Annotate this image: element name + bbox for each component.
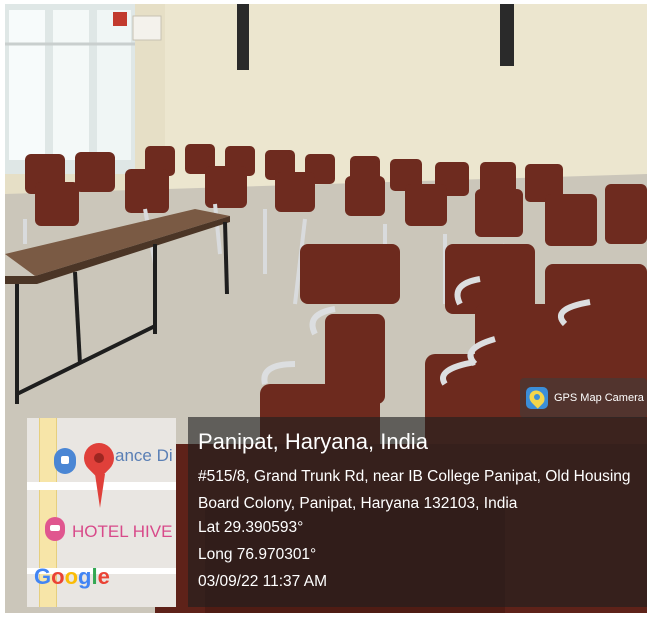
window [5, 4, 135, 174]
speaker [500, 4, 514, 66]
shopping-pin-icon [54, 448, 76, 474]
latitude-text: Lat 29.390593° [198, 519, 304, 536]
gps-camera-badge: GPS Map Camera [520, 378, 647, 418]
location-info-panel: Panipat, Haryana, India #515/8, Grand Tr… [188, 417, 647, 607]
google-logo: Google [34, 564, 110, 589]
map-area-label: ance Di [115, 446, 173, 465]
gps-map-camera-icon [526, 387, 548, 409]
map-hotel-label: HOTEL HIVE [72, 522, 173, 541]
speaker [237, 4, 249, 70]
datetime-text: 03/09/22 11:37 AM [198, 573, 327, 590]
map-thumbnail[interactable]: ance Di HOTEL HIVE Google [27, 418, 176, 607]
hotel-pin-icon [45, 517, 65, 541]
location-pin-tail [95, 474, 105, 508]
longitude-text: Long 76.970301° [198, 546, 317, 563]
location-pin-icon [77, 436, 121, 480]
place-title: Panipat, Haryana, India [198, 429, 428, 454]
photo: GPS Map Camera ance Di HOTEL HIVE Google… [5, 4, 647, 613]
badge-label: GPS Map Camera [554, 392, 644, 404]
address-text: #515/8, Grand Trunk Rd, near IB College … [198, 468, 631, 512]
